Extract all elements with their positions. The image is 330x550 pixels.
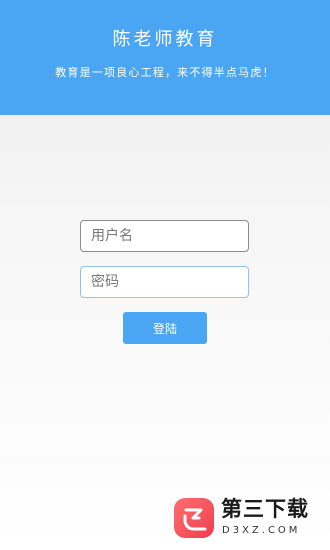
header-banner: 陈老师教育 教育是一项良心工程，来不得半点马虎！ (0, 0, 330, 115)
site-watermark: 第三下载 D3XZ.COM (174, 495, 326, 545)
username-input[interactable] (80, 220, 249, 252)
app-title: 陈老师教育 (112, 29, 218, 50)
d3xz-logo-icon (174, 498, 214, 538)
password-input[interactable] (80, 266, 249, 298)
watermark-name: 第三下载 (221, 497, 309, 521)
app-slogan: 教育是一项良心工程，来不得半点马虎！ (55, 66, 275, 79)
login-button[interactable]: 登陆 (123, 312, 207, 344)
watermark-domain: D3XZ.COM (222, 525, 301, 536)
